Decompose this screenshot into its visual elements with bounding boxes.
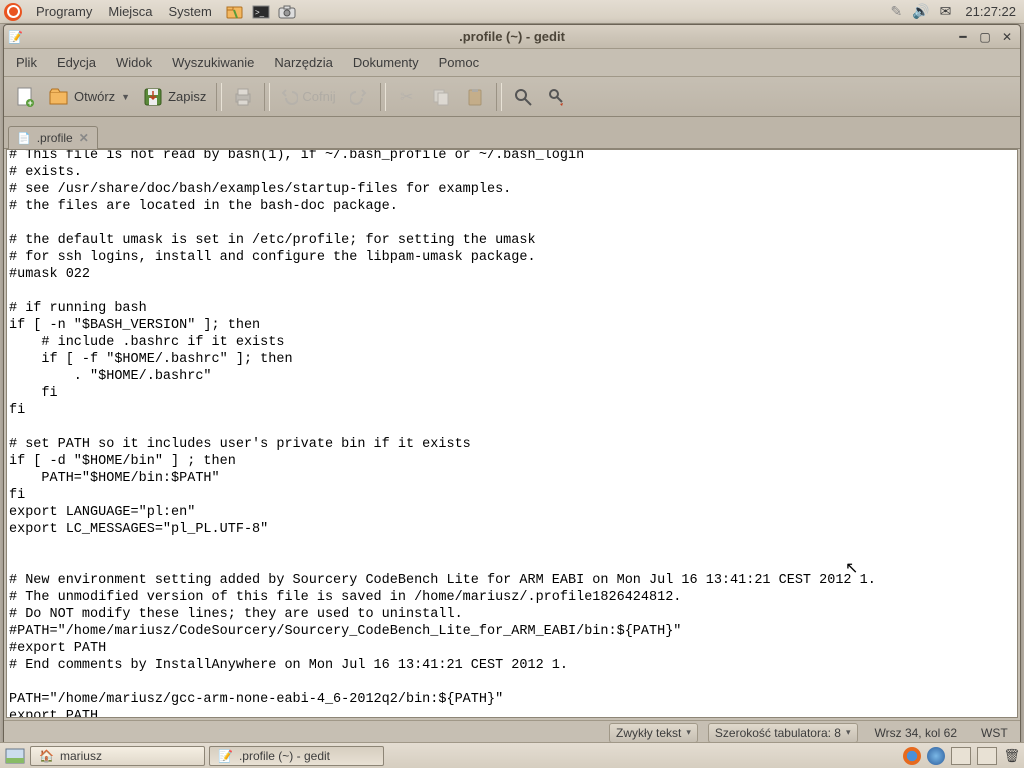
task-gedit[interactable]: 📝 .profile (~) - gedit <box>209 746 384 766</box>
toolbar: + Otwórz ▼ Zapisz Cofnij ✂ <box>4 77 1020 117</box>
gedit-window: 📝 .profile (~) - gedit ━ ▢ ✕ Plik Edycja… <box>3 24 1021 745</box>
menu-tools[interactable]: Narzędzia <box>264 51 343 74</box>
editor-area[interactable]: # This file is not read by bash(1), if ~… <box>6 149 1018 718</box>
task-mariusz[interactable]: 🏠 mariusz <box>30 746 205 766</box>
app-icon: 📝 <box>8 30 23 44</box>
svg-text:>_: >_ <box>255 8 265 17</box>
chevron-down-icon: ▾ <box>846 727 851 738</box>
svg-text:+: + <box>28 98 33 108</box>
redo-button <box>344 82 374 112</box>
menu-edit[interactable]: Edycja <box>47 51 106 74</box>
chevron-down-icon: ▾ <box>686 727 691 738</box>
screenshot-icon[interactable] <box>278 4 296 20</box>
menu-view[interactable]: Widok <box>106 51 162 74</box>
home-icon: 🏠 <box>39 749 54 763</box>
mouse-pointer-icon: ↖ <box>845 558 858 578</box>
open-button[interactable]: Otwórz ▼ <box>44 82 134 112</box>
close-button[interactable]: ✕ <box>998 30 1016 44</box>
print-button <box>228 82 258 112</box>
menu-search[interactable]: Wyszukiwanie <box>162 51 264 74</box>
find-replace-button[interactable] <box>542 82 572 112</box>
document-icon: 📝 <box>218 749 233 763</box>
volume-icon[interactable]: 🔊 <box>912 3 929 20</box>
open-label: Otwórz <box>74 89 115 104</box>
document-icon: 📄 <box>17 132 31 145</box>
bottom-panel: 🏠 mariusz 📝 .profile (~) - gedit 🗑 <box>0 742 1024 768</box>
maximize-button[interactable]: ▢ <box>976 30 994 44</box>
tab-profile[interactable]: 📄 .profile ✕ <box>8 126 98 149</box>
menu-documents[interactable]: Dokumenty <box>343 51 429 74</box>
ubuntu-logo[interactable] <box>4 3 22 21</box>
tab-close-icon[interactable]: ✕ <box>79 131 89 145</box>
insert-mode: WST <box>974 723 1014 743</box>
workspace-switcher-2[interactable] <box>977 747 997 765</box>
menu-system[interactable]: System <box>160 1 219 22</box>
tabwidth-selector[interactable]: Szerokość tabulatora: 8 ▾ <box>708 723 858 743</box>
firefox-icon[interactable] <box>903 747 921 765</box>
menu-help[interactable]: Pomoc <box>429 51 489 74</box>
terminal-icon[interactable]: >_ <box>252 4 270 20</box>
tab-label: .profile <box>37 131 73 145</box>
top-panel: Programy Miejsca System >_ ✎ 🔊 ✉ 21:27:2… <box>0 0 1024 24</box>
syntax-selector[interactable]: Zwykły tekst ▾ <box>609 723 698 743</box>
mail-icon[interactable]: ✉ <box>940 3 952 20</box>
window-title: .profile (~) - gedit <box>4 29 1020 44</box>
task-label: mariusz <box>60 749 102 763</box>
new-button[interactable]: + <box>10 82 40 112</box>
titlebar[interactable]: 📝 .profile (~) - gedit ━ ▢ ✕ <box>4 25 1020 49</box>
menu-file[interactable]: Plik <box>6 51 47 74</box>
updates-icon[interactable]: ✎ <box>890 3 902 20</box>
workspace-switcher-1[interactable] <box>951 747 971 765</box>
menubar: Plik Edycja Widok Wyszukiwanie Narzędzia… <box>4 49 1020 77</box>
clock[interactable]: 21:27:22 <box>965 4 1016 19</box>
trash-icon[interactable]: 🗑 <box>1003 748 1020 764</box>
chevron-down-icon: ▼ <box>121 92 130 102</box>
show-desktop-icon[interactable] <box>4 748 26 764</box>
file-manager-icon[interactable] <box>226 4 244 20</box>
cursor-position: Wrsz 34, kol 62 <box>868 723 964 743</box>
undo-button: Cofnij <box>276 82 339 112</box>
find-button[interactable] <box>508 82 538 112</box>
save-label: Zapisz <box>168 89 206 104</box>
browser-icon[interactable] <box>927 747 945 765</box>
menu-programy[interactable]: Programy <box>28 1 100 22</box>
editor-content[interactable]: # This file is not read by bash(1), if ~… <box>7 149 1017 718</box>
minimize-button[interactable]: ━ <box>954 30 972 44</box>
menu-miejsca[interactable]: Miejsca <box>100 1 160 22</box>
tabbar: 📄 .profile ✕ <box>4 117 1020 149</box>
task-label: .profile (~) - gedit <box>239 749 330 763</box>
cut-button: ✂ <box>392 82 422 112</box>
save-button[interactable]: Zapisz <box>138 82 210 112</box>
undo-label: Cofnij <box>302 89 335 104</box>
statusbar: Zwykły tekst ▾ Szerokość tabulatora: 8 ▾… <box>4 720 1020 744</box>
paste-button <box>460 82 490 112</box>
copy-button <box>426 82 456 112</box>
